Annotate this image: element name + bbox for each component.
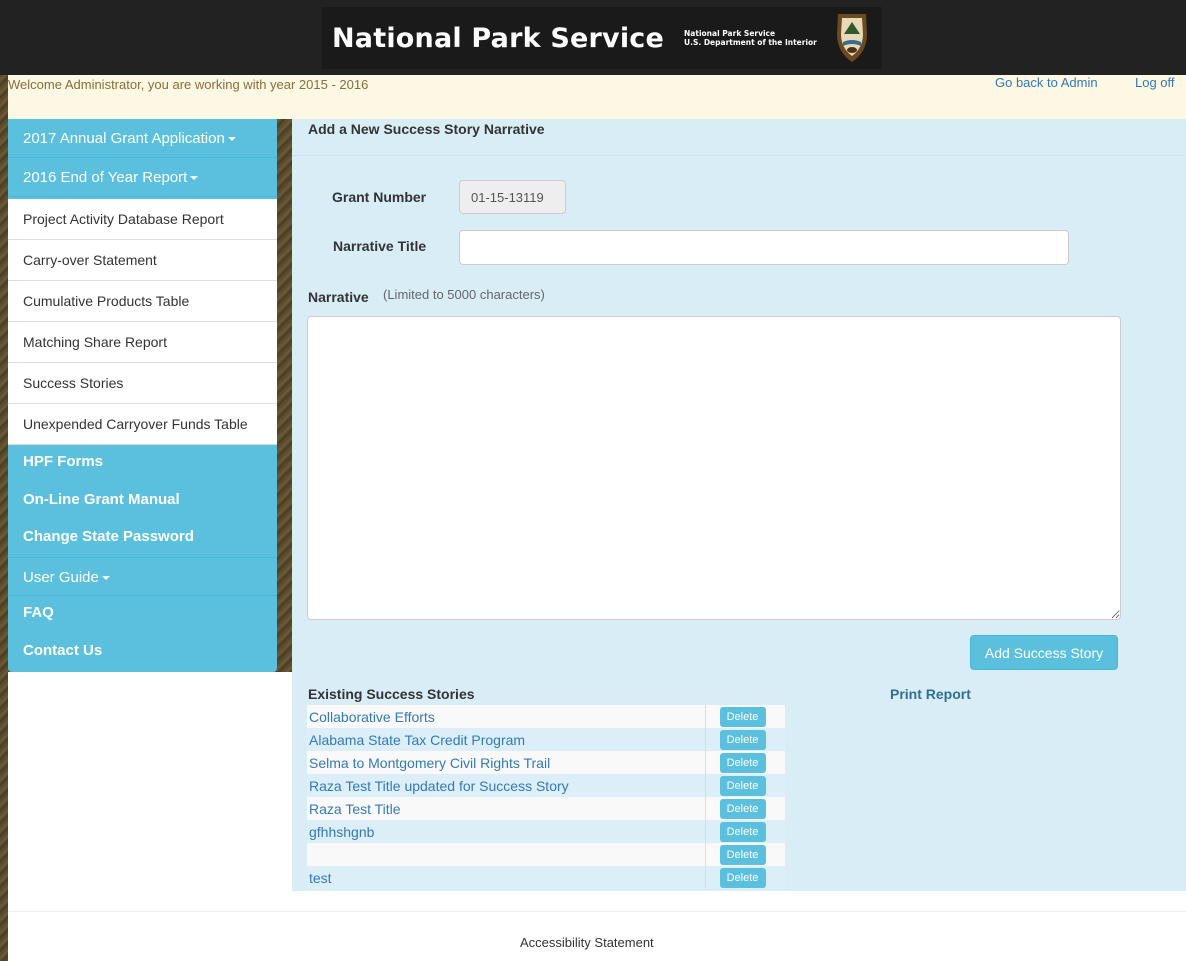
banner-subtitle-line2: U.S. Department of the Interior: [684, 38, 817, 47]
story-action-cell: Delete: [705, 751, 785, 774]
table-row: Selma to Montgomery Civil Rights Trail D…: [307, 751, 785, 774]
sidebar-link-hpf-forms[interactable]: HPF Forms: [23, 453, 103, 470]
narrative-textarea[interactable]: [307, 316, 1121, 620]
grant-number-field: 01-15-13119: [459, 180, 566, 214]
delete-button[interactable]: Delete: [719, 729, 766, 750]
story-action-cell: Delete: [705, 797, 785, 820]
table-row: Raza Test Title updated for Success Stor…: [307, 774, 785, 797]
story-title-link[interactable]: Selma to Montgomery Civil Rights Trail: [307, 751, 706, 774]
table-row: test Delete: [307, 866, 785, 889]
narrative-limit-hint: (Limited to 5000 characters): [383, 287, 545, 302]
delete-button[interactable]: Delete: [719, 775, 766, 796]
table-row: Delete: [307, 843, 785, 866]
sidebar-dropdown-user-guide[interactable]: User Guide: [8, 557, 277, 596]
table-row: Alabama State Tax Credit Program Delete: [307, 728, 785, 751]
success-story-form-panel: Add a New Success Story Narrative Grant …: [292, 119, 1186, 891]
sidebar-link-contact-us[interactable]: Contact Us: [23, 642, 102, 659]
story-title-link[interactable]: [307, 843, 706, 866]
sidebar-item-project-activity-database-report[interactable]: Project Activity Database Report: [8, 199, 277, 240]
heading-divider: [292, 155, 1186, 156]
welcome-bar: Welcome Administrator, you are working w…: [8, 75, 1186, 119]
story-action-cell: Delete: [705, 774, 785, 797]
story-action-cell: Delete: [705, 705, 785, 728]
caret-down-icon: [227, 137, 236, 142]
sidebar-link-online-grant-manual[interactable]: On-Line Grant Manual: [23, 491, 180, 508]
banner-title: National Park Service: [332, 22, 665, 54]
story-title-link[interactable]: gfhhshgnb: [307, 820, 706, 843]
sidebar-spacer: [8, 672, 292, 912]
footer: Accessibility Statement: [8, 891, 1186, 961]
accessibility-statement-link[interactable]: Accessibility Statement: [520, 935, 654, 950]
narrative-title-input[interactable]: [459, 230, 1069, 265]
grant-number-label: Grant Number: [332, 189, 427, 205]
sidebar-dropdown-2017-annual-grant-application[interactable]: 2017 Annual Grant Application: [8, 119, 277, 158]
story-title-link[interactable]: test: [307, 866, 706, 889]
delete-button[interactable]: Delete: [719, 867, 766, 888]
sidebar-dropdown-label: User Guide: [23, 569, 99, 586]
header-banner: National Park Service National Park Serv…: [0, 0, 1186, 75]
sidebar-dropdown-2016-end-of-year-report[interactable]: 2016 End of Year Report: [8, 158, 277, 197]
story-action-cell: Delete: [705, 866, 785, 889]
table-row: Raza Test Title Delete: [307, 797, 785, 820]
add-success-story-button[interactable]: Add Success Story: [970, 635, 1118, 670]
caret-down-icon: [101, 576, 110, 581]
delete-button[interactable]: Delete: [719, 752, 766, 773]
welcome-message: Welcome Administrator, you are working w…: [8, 77, 369, 92]
sidebar-dropdown-label: 2016 End of Year Report: [23, 169, 188, 186]
narrative-label: Narrative: [308, 289, 369, 305]
form-heading: Add a New Success Story Narrative: [308, 121, 545, 137]
footer-divider: [8, 911, 1186, 912]
sidebar-item-matching-share-report[interactable]: Matching Share Report: [8, 322, 277, 363]
table-row: Collaborative Efforts Delete: [307, 705, 785, 728]
story-action-cell: Delete: [705, 843, 785, 866]
banner-subtitle-line1: National Park Service: [684, 29, 776, 38]
delete-button[interactable]: Delete: [719, 844, 766, 865]
nps-banner: National Park Service National Park Serv…: [322, 7, 882, 69]
narrative-title-label: Narrative Title: [333, 238, 427, 254]
log-off-link[interactable]: Log off: [1135, 75, 1175, 90]
go-back-to-admin-link[interactable]: Go back to Admin: [995, 75, 1098, 90]
story-title-link[interactable]: Raza Test Title updated for Success Stor…: [307, 774, 706, 797]
existing-stories-table: Collaborative Efforts Delete Alabama Sta…: [307, 705, 785, 889]
delete-button[interactable]: Delete: [719, 798, 766, 819]
story-action-cell: Delete: [705, 728, 785, 751]
sidebar-item-success-stories[interactable]: Success Stories: [8, 363, 277, 404]
delete-button[interactable]: Delete: [719, 821, 766, 842]
sidebar-item-carry-over-statement[interactable]: Carry-over Statement: [8, 240, 277, 281]
table-row: gfhhshgnb Delete: [307, 820, 785, 843]
existing-stories-heading: Existing Success Stories: [308, 686, 475, 702]
story-title-link[interactable]: Raza Test Title: [307, 797, 706, 820]
story-title-link[interactable]: Alabama State Tax Credit Program: [307, 728, 706, 751]
sidebar-link-change-state-password[interactable]: Change State Password: [23, 528, 194, 545]
sidebar-item-cumulative-products-table[interactable]: Cumulative Products Table: [8, 281, 277, 322]
sidebar-link-faq[interactable]: FAQ: [23, 604, 54, 621]
sidebar-dropdown-label: 2017 Annual Grant Application: [23, 130, 225, 147]
story-title-link[interactable]: Collaborative Efforts: [307, 705, 706, 728]
caret-down-icon: [190, 176, 199, 181]
sidebar: 2017 Annual Grant Application 2016 End o…: [8, 119, 277, 672]
banner-subtitle: National Park Service U.S. Department of…: [684, 29, 817, 47]
sidebar-item-unexpended-carryover-funds-table[interactable]: Unexpended Carryover Funds Table: [8, 404, 277, 445]
delete-button[interactable]: Delete: [719, 706, 766, 727]
story-action-cell: Delete: [705, 820, 785, 843]
print-report-link[interactable]: Print Report: [890, 686, 971, 702]
nps-arrowhead-icon: [837, 14, 867, 62]
